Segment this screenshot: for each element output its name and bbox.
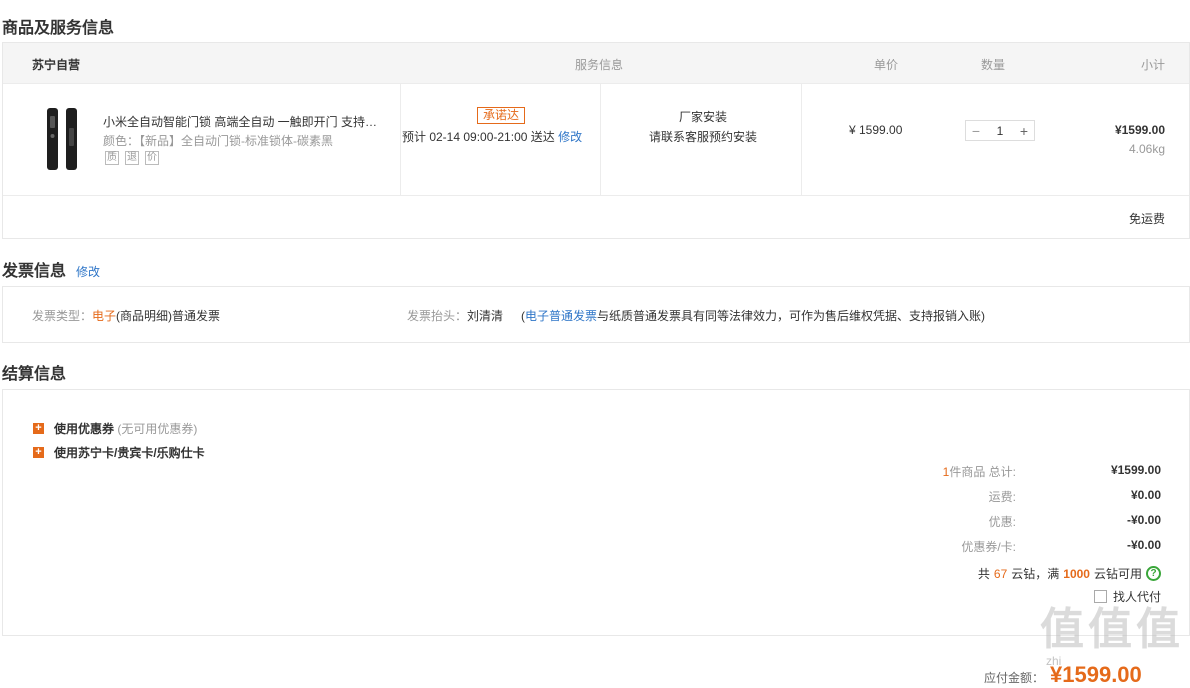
- points-threshold: 1000: [1063, 566, 1090, 581]
- watermark-sub: zhi: [1046, 654, 1062, 668]
- delivery-edit-link[interactable]: 修改: [558, 130, 582, 144]
- plus-icon: +: [33, 423, 44, 434]
- item-weight: 4.06kg: [1128, 142, 1165, 156]
- invoice-title: 发票信息: [2, 263, 67, 280]
- item-subtotal: ¥1599.00: [1114, 123, 1165, 137]
- product-thumbnail[interactable]: [39, 106, 87, 174]
- summary-discount-label: 优惠:: [988, 515, 1016, 529]
- summary-shipping: ¥0.00: [1130, 488, 1161, 502]
- coupon-toggle[interactable]: + 使用优惠券 (无可用优惠券): [33, 420, 197, 437]
- delivery-time: 预计 02-14 09:00-21:00 送达 修改: [402, 128, 582, 145]
- col-divider: [600, 84, 601, 195]
- watermark-glyph: 值: [1040, 605, 1084, 654]
- unit-price: ¥ 1599.00: [849, 123, 903, 137]
- header-service: 服务信息: [575, 58, 624, 72]
- install-line2: 请联系客服预约安装: [648, 130, 757, 144]
- summary-discount: -¥0.00: [1126, 513, 1161, 527]
- items-label: 件商品 总计:: [949, 465, 1016, 479]
- header-unit-price: 单价: [874, 58, 899, 72]
- price-protect-icon: 价: [145, 151, 159, 165]
- points-mid: 云钻，满: [1011, 567, 1060, 581]
- quality-icon: 质: [105, 151, 119, 165]
- qty-decrease-button[interactable]: −: [966, 123, 986, 139]
- promise-badge: 承诺达: [477, 107, 526, 124]
- site-watermark: 值 值 值: [1040, 605, 1180, 655]
- invoice-type-value: (商品明细)普通发票: [116, 309, 221, 323]
- quantity-stepper: − 1 +: [965, 120, 1035, 141]
- invoice-edit-link[interactable]: 修改: [76, 265, 100, 279]
- invoice-type-highlight: 电子: [92, 309, 117, 323]
- summary-coupon: -¥0.00: [1126, 538, 1161, 552]
- delivery-text: 预计 02-14 09:00-21:00 送达: [402, 130, 555, 144]
- settlement-section-title: 结算信息: [2, 366, 67, 383]
- qty-increase-button[interactable]: +: [1014, 123, 1034, 139]
- invoice-section-title: 发票信息 修改: [2, 257, 100, 281]
- invoice-header-value: 刘清清: [467, 309, 504, 323]
- points-count: 67: [993, 566, 1008, 581]
- payable-amount: 应付金额： ¥1599.00: [984, 662, 1142, 688]
- store-name: 苏宁自营: [32, 58, 81, 72]
- payable-label: 应付金额：: [984, 671, 1045, 685]
- install-line1: 厂家安装: [678, 110, 727, 124]
- summary-shipping-row: 运费: ¥0.00: [861, 488, 1161, 504]
- watermark-glyph: 值: [1088, 605, 1132, 654]
- summary-coupon-label: 优惠券/卡:: [961, 540, 1016, 554]
- payable-value: ¥1599.00: [1050, 662, 1142, 687]
- product-attribute: 颜色：【新品】全自动门锁-标准锁体-碳素黑: [103, 134, 333, 148]
- coupon-note: (无可用优惠券): [117, 422, 198, 436]
- header-subtotal: 小计: [1141, 58, 1166, 72]
- header-quantity: 数量: [981, 58, 1006, 72]
- proxy-pay-label: 找人代付: [1112, 590, 1161, 604]
- product-row: 小米全自动智能门锁 高端全自动 一触即开门 支持… 颜色：【新品】全自动门锁-标…: [3, 84, 1189, 195]
- col-divider: [400, 84, 401, 195]
- qty-input[interactable]: 1: [986, 124, 1014, 138]
- shipping-row: 免运费: [3, 195, 1189, 238]
- e-invoice-link[interactable]: 电子普通发票: [525, 309, 597, 323]
- invoice-type-label: 发票类型：: [32, 309, 93, 323]
- invoice-header: 发票抬头：刘清清: [407, 307, 503, 324]
- product-service-icons: 质 退 价: [105, 151, 159, 165]
- invoice-box: 发票类型：电子(商品明细)普通发票 发票抬头：刘清清 (电子普通发票与纸质普通发…: [2, 286, 1190, 343]
- watermark-glyph: 值: [1136, 605, 1180, 654]
- goods-box: 苏宁自营 服务信息 单价 数量 小计 小米全自动智能门锁 高端全自动 一触即开门…: [2, 42, 1190, 239]
- points-prefix: 共: [977, 567, 990, 581]
- cloud-points-row: 共 67 云钻，满 1000 云钻可用 ?: [978, 565, 1161, 582]
- summary-shipping-label: 运费:: [988, 490, 1016, 504]
- return-icon: 退: [125, 151, 139, 165]
- card-toggle[interactable]: + 使用苏宁卡/贵宾卡/乐购仕卡: [33, 444, 205, 461]
- coupon-label: 使用优惠券: [54, 422, 115, 436]
- help-icon[interactable]: ?: [1146, 566, 1161, 581]
- proxy-pay[interactable]: 找人代付: [1093, 588, 1161, 605]
- summary-coupon-row: 优惠券/卡: -¥0.00: [861, 538, 1161, 554]
- summary-total: ¥1599.00: [1110, 463, 1161, 477]
- summary-total-row: 1件商品 总计: ¥1599.00: [861, 463, 1161, 479]
- invoice-header-label: 发票抬头：: [407, 309, 468, 323]
- invoice-note-text: 与纸质普通发票具有同等法律效力，可作为售后维权凭据、支持报销入账): [597, 309, 986, 323]
- summary-discount-row: 优惠: -¥0.00: [861, 513, 1161, 529]
- plus-icon: +: [33, 447, 44, 458]
- product-name-link[interactable]: 小米全自动智能门锁 高端全自动 一触即开门 支持…: [103, 113, 388, 130]
- goods-section-title: 商品及服务信息: [2, 20, 115, 37]
- card-label: 使用苏宁卡/贵宾卡/乐购仕卡: [54, 446, 205, 460]
- goods-header: 苏宁自营 服务信息 单价 数量 小计: [3, 43, 1189, 84]
- invoice-type: 发票类型：电子(商品明细)普通发票: [32, 307, 220, 324]
- settlement-box: + 使用优惠券 (无可用优惠券) + 使用苏宁卡/贵宾卡/乐购仕卡 1件商品 总…: [2, 389, 1190, 636]
- points-suffix: 云钻可用: [1093, 567, 1142, 581]
- invoice-note: (电子普通发票与纸质普通发票具有同等法律效力，可作为售后维权凭据、支持报销入账): [521, 307, 985, 324]
- shipping-note: 免运费: [1128, 212, 1165, 226]
- summary-total-label: 1件商品 总计:: [943, 463, 1016, 480]
- proxy-pay-checkbox[interactable]: [1093, 590, 1107, 603]
